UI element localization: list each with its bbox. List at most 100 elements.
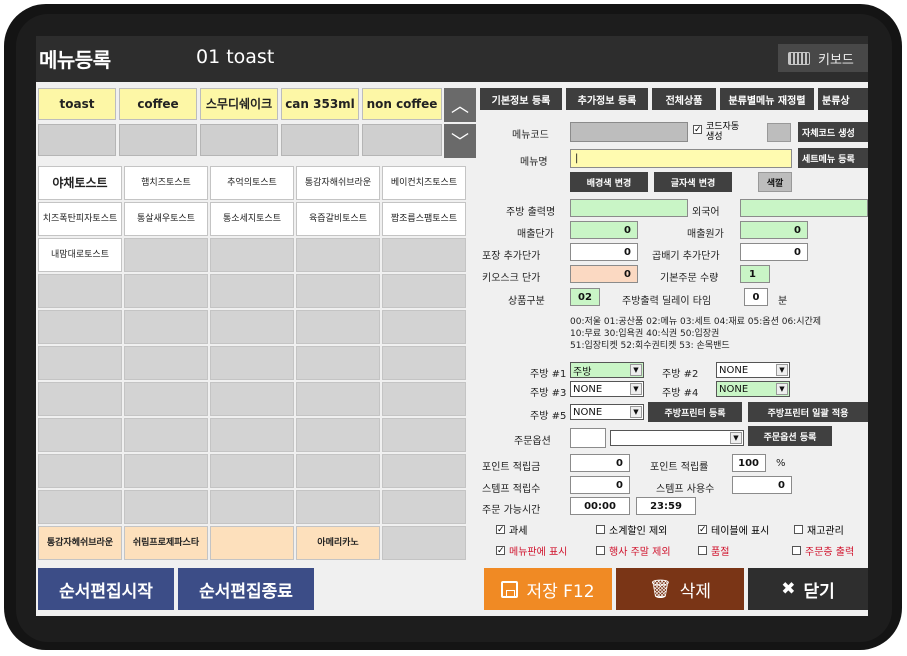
base-qty-input[interactable]: 1	[740, 265, 770, 283]
menu-item[interactable]: 쉬림프로제파스타	[124, 526, 208, 560]
save-button[interactable]: 저장 F12	[484, 568, 612, 610]
menu-item-empty[interactable]	[382, 526, 466, 560]
menu-item-empty[interactable]	[124, 346, 208, 380]
sale-price-input[interactable]: 0	[570, 221, 638, 239]
tab-basic-info[interactable]: 기본정보 등록	[480, 88, 562, 110]
category-empty[interactable]	[200, 124, 278, 156]
table-show-checkbox[interactable]: ✓ 테이블에 표시	[698, 522, 769, 537]
menu-item-empty[interactable]	[210, 454, 294, 488]
point-amt-input[interactable]: 0	[570, 454, 630, 472]
menu-item-empty[interactable]	[124, 310, 208, 344]
product-type-input[interactable]: 02	[570, 288, 600, 306]
category-non-coffee[interactable]: non coffee	[362, 88, 442, 120]
menu-item[interactable]: 짭조름스팸토스트	[382, 202, 466, 236]
delete-button[interactable]: 🗑 삭제	[616, 568, 744, 610]
menu-item-empty[interactable]	[382, 418, 466, 452]
menu-item-empty[interactable]	[296, 346, 380, 380]
tab-category[interactable]: 분류상	[818, 88, 868, 110]
order-time-from-input[interactable]: 00:00	[570, 497, 630, 515]
order-time-to-input[interactable]: 23:59	[636, 497, 696, 515]
menu-item-empty[interactable]	[210, 418, 294, 452]
category-empty[interactable]	[119, 124, 197, 156]
custom-code-button[interactable]: 자체코드 생성	[798, 122, 868, 142]
menu-item-empty[interactable]	[38, 274, 122, 308]
menu-item[interactable]: 햄치즈토스트	[124, 166, 208, 200]
point-rate-input[interactable]: 100	[732, 454, 766, 472]
tab-category-reorder[interactable]: 분류별메뉴 재정렬	[720, 88, 814, 110]
menu-item-empty[interactable]	[124, 454, 208, 488]
kiosk-price-input[interactable]: 0	[570, 265, 638, 283]
menu-item-empty[interactable]	[124, 418, 208, 452]
kitchen-printer-all-button[interactable]: 주방프린터 일괄 적용	[748, 402, 868, 422]
tax-checkbox[interactable]: ✓ 과세	[496, 522, 527, 537]
menu-item-empty[interactable]	[124, 490, 208, 524]
menu-code-field[interactable]	[570, 122, 688, 142]
order-option-button[interactable]: 주문옵션 등록	[748, 426, 832, 446]
menu-item-empty[interactable]	[38, 454, 122, 488]
category-coffee[interactable]: coffee	[119, 88, 197, 120]
bg-color-button[interactable]: 배경색 변경	[570, 172, 648, 192]
menu-item-empty[interactable]	[210, 382, 294, 416]
menu-item-empty[interactable]	[382, 382, 466, 416]
menu-item-empty[interactable]	[210, 238, 294, 272]
color-preview-button[interactable]: 색깔	[758, 172, 792, 192]
menu-name-input[interactable]: |	[570, 149, 792, 168]
kitchen5-select[interactable]: NONE ▼	[570, 404, 644, 420]
menu-item[interactable]: 통감자헤쉬브라운	[38, 526, 122, 560]
soldout-checkbox[interactable]: 품절	[698, 543, 729, 558]
code-color-swatch[interactable]	[767, 123, 791, 142]
menu-item-empty[interactable]	[296, 490, 380, 524]
category-empty[interactable]	[362, 124, 442, 156]
tab-all-products[interactable]: 전체상품	[652, 88, 716, 110]
tab-extra-info[interactable]: 추가정보 등록	[566, 88, 648, 110]
menu-item-empty[interactable]	[382, 346, 466, 380]
kitchen-printer-button[interactable]: 주방프린터 등록	[648, 402, 742, 422]
kitchen-name-input[interactable]	[570, 199, 688, 217]
category-scroll-down-button[interactable]: ﹀	[444, 124, 476, 158]
menu-item[interactable]: 야채토스트	[38, 166, 122, 200]
menu-item[interactable]: 육즙갈비토스트	[296, 202, 380, 236]
menu-item-empty[interactable]	[296, 418, 380, 452]
keyboard-button[interactable]: 키보드	[778, 44, 868, 72]
menu-item-empty[interactable]	[382, 454, 466, 488]
event-weekend-checkbox[interactable]: 행사 주말 제외	[596, 543, 671, 558]
order-print-checkbox[interactable]: 주문층 출력	[792, 543, 854, 558]
menu-item[interactable]: 치즈폭탄피자토스트	[38, 202, 122, 236]
inventory-checkbox[interactable]: 재고관리	[794, 522, 844, 537]
menu-item-empty[interactable]	[210, 346, 294, 380]
kitchen1-select[interactable]: 주방 ▼	[570, 362, 644, 378]
category-can[interactable]: can 353ml	[281, 88, 359, 120]
menu-item[interactable]: 아메리카노	[296, 526, 380, 560]
order-option-code-input[interactable]	[570, 428, 606, 448]
menu-item-empty[interactable]	[38, 346, 122, 380]
kitchen3-select[interactable]: NONE ▼	[570, 381, 644, 397]
stamp-use-input[interactable]: 0	[732, 476, 792, 494]
menu-item-empty[interactable]	[296, 274, 380, 308]
menu-item-empty[interactable]	[124, 382, 208, 416]
category-toast[interactable]: toast	[38, 88, 116, 120]
close-button[interactable]: ✖ 닫기	[748, 568, 868, 610]
menu-item-empty[interactable]	[296, 310, 380, 344]
order-edit-start-button[interactable]: 순서편집시작	[38, 568, 174, 610]
order-edit-end-button[interactable]: 순서편집종료	[178, 568, 314, 610]
menu-item-empty[interactable]	[38, 310, 122, 344]
stamp-save-input[interactable]: 0	[570, 476, 630, 494]
category-empty[interactable]	[281, 124, 359, 156]
menu-item-empty[interactable]	[382, 490, 466, 524]
text-color-button[interactable]: 글자색 변경	[654, 172, 732, 192]
menu-item-empty[interactable]	[382, 310, 466, 344]
category-empty[interactable]	[38, 124, 116, 156]
menu-item[interactable]: 내맘대로토스트	[38, 238, 122, 272]
sub-discount-checkbox[interactable]: 소계할인 제외	[596, 522, 667, 537]
menu-item-empty[interactable]	[210, 526, 294, 560]
menu-item-empty[interactable]	[124, 238, 208, 272]
menu-item[interactable]: 통살새우토스트	[124, 202, 208, 236]
menu-item-empty[interactable]	[124, 274, 208, 308]
category-scroll-up-button[interactable]: ︿	[444, 88, 476, 122]
kitchen4-select[interactable]: NONE ▼	[716, 381, 790, 397]
menu-item-empty[interactable]	[210, 490, 294, 524]
menu-item[interactable]: 통감자해쉬브라운	[296, 166, 380, 200]
menu-item-empty[interactable]	[210, 310, 294, 344]
menu-item-empty[interactable]	[382, 274, 466, 308]
menu-item-empty[interactable]	[296, 382, 380, 416]
